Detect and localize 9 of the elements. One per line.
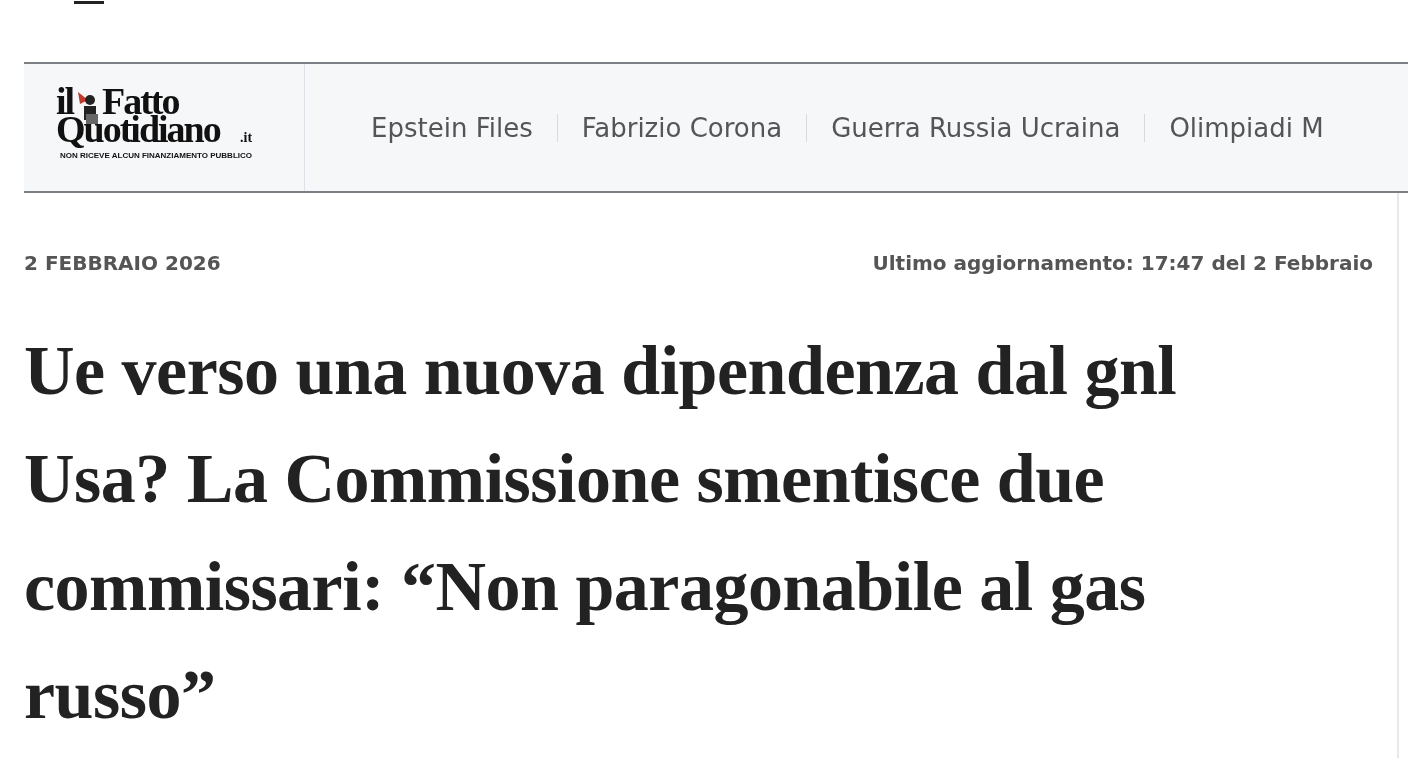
menu-icon[interactable] bbox=[74, 0, 104, 6]
nav-link[interactable]: Guerra Russia Ucraina bbox=[807, 112, 1145, 143]
nav-link[interactable]: Fabrizio Corona bbox=[557, 112, 807, 143]
article-date: 2 FEBBRAIO 2026 bbox=[24, 251, 221, 275]
last-updated: Ultimo aggiornamento: 17:47 del 2 Febbraio bbox=[872, 251, 1373, 275]
nav-link[interactable]: Epstein Files bbox=[347, 112, 557, 143]
article-headline: Ue verso una nuova dipendenza dal gnl Usa? La Commissione smentisce due commissari: “Non paragonabile al gas russo” bbox=[24, 331, 1178, 735]
site-logo[interactable]: il Fatto Quotidiano .it NON RICEVE ALCUN FINANZIAMENTO PUBBLICO bbox=[56, 87, 272, 168]
nav-link[interactable]: Olimpiadi M bbox=[1145, 112, 1348, 143]
